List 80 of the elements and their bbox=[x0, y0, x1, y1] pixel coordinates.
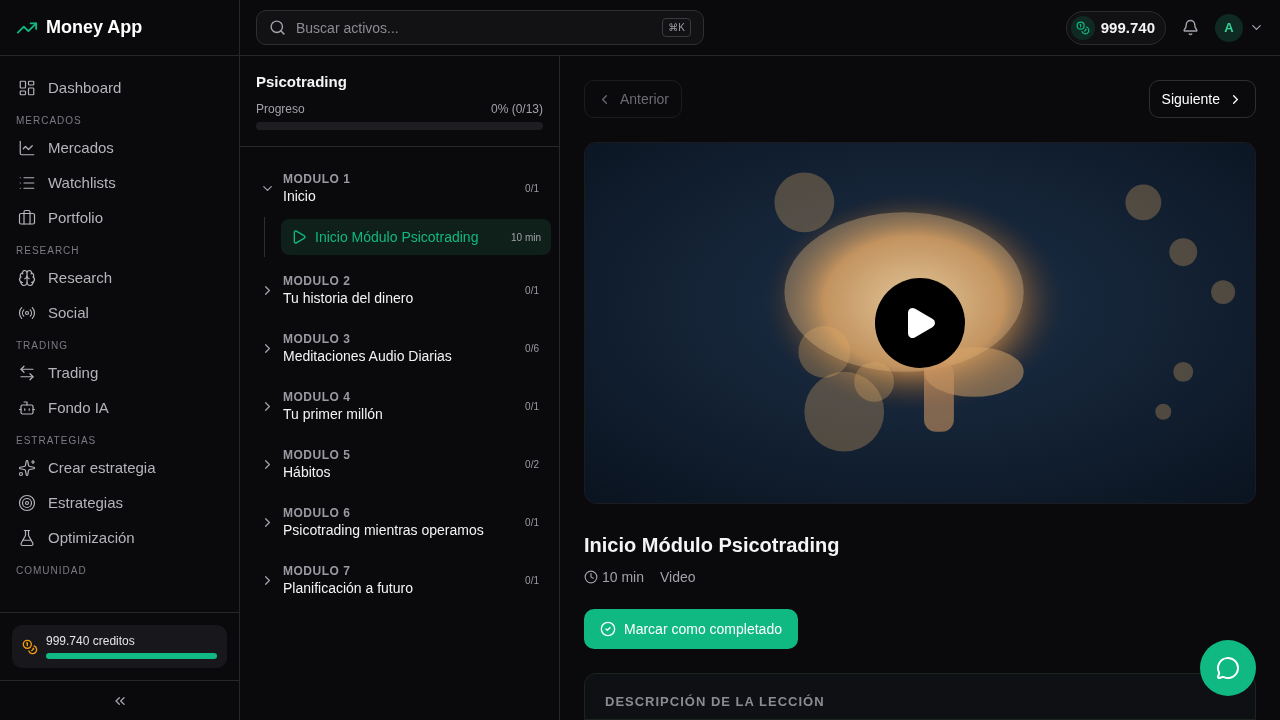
arrows-icon bbox=[18, 363, 36, 382]
search-input[interactable]: Buscar activos... bbox=[294, 18, 655, 37]
target-icon bbox=[18, 493, 36, 512]
app-name: Money App bbox=[46, 17, 143, 38]
balance-amount: 999.740 bbox=[1100, 19, 1155, 36]
section-label: ESTRATEGIAS bbox=[15, 434, 98, 448]
module-number: MODULO 6 bbox=[283, 506, 352, 520]
module-row[interactable]: MODULO 4 Tu primer millón 0/1 bbox=[248, 377, 551, 435]
module-number: MODULO 7 bbox=[283, 564, 352, 578]
module-title: Inicio bbox=[283, 188, 317, 204]
search-icon bbox=[269, 19, 286, 36]
nav-item[interactable]: Fondo IA bbox=[8, 390, 231, 425]
brain-icon bbox=[18, 268, 36, 287]
module-number: MODULO 3 bbox=[283, 332, 352, 346]
module-title: Meditaciones Audio Diarias bbox=[283, 348, 453, 364]
check-circle-icon bbox=[600, 621, 616, 637]
module-number: MODULO 2 bbox=[283, 274, 352, 288]
module-number: MODULO 4 bbox=[283, 390, 352, 404]
nav-item[interactable]: Optimización bbox=[8, 520, 231, 555]
chat-bubble-icon bbox=[1216, 656, 1240, 680]
module-number: MODULO 5 bbox=[283, 448, 352, 462]
briefcase-icon bbox=[18, 208, 36, 227]
clock-icon bbox=[584, 570, 598, 584]
credits-text: 999.740 creditos bbox=[46, 634, 136, 648]
robot-icon bbox=[18, 398, 36, 417]
line-chart-icon bbox=[18, 138, 36, 157]
module-count: 0/1 bbox=[525, 400, 539, 412]
nav-item[interactable]: Research bbox=[8, 260, 231, 295]
module-count: 0/2 bbox=[525, 458, 539, 470]
nav-item[interactable]: Mercados bbox=[8, 130, 231, 165]
lesson-type: Video bbox=[660, 569, 696, 585]
chat-button[interactable] bbox=[1200, 640, 1256, 696]
lesson-heading: Inicio Módulo Psicotrading bbox=[584, 534, 841, 557]
module-row[interactable]: MODULO 1 Inicio 0/1 bbox=[248, 159, 551, 217]
nav-item[interactable]: Watchlists bbox=[8, 165, 231, 200]
description-heading: DESCRIPCIÓN DE LA LECCIÓN bbox=[605, 694, 826, 709]
lesson-title: Inicio Módulo Psicotrading bbox=[315, 229, 480, 245]
module-title: Tu historia del dinero bbox=[283, 290, 415, 306]
search-field[interactable]: Buscar activos... ⌘K bbox=[256, 10, 704, 45]
module-title: Tu primer millón bbox=[283, 406, 384, 422]
shortcut-key: ⌘K bbox=[662, 18, 691, 37]
nav-item[interactable]: Trading bbox=[8, 355, 231, 390]
module-count: 0/6 bbox=[525, 342, 539, 354]
coins-icon bbox=[1075, 20, 1090, 35]
module-title: Planificación a futuro bbox=[283, 580, 414, 596]
module-row[interactable]: MODULO 6 Psicotrading mientras operamos 0/1 bbox=[248, 493, 551, 551]
coins-icon bbox=[22, 638, 38, 655]
module-count: 0/1 bbox=[525, 516, 539, 528]
nav-item[interactable]: Dashboard bbox=[8, 70, 231, 105]
module-count: 0/1 bbox=[525, 182, 539, 194]
module-count: 0/1 bbox=[525, 574, 539, 586]
module-number: MODULO 1 bbox=[283, 172, 352, 186]
module-row[interactable]: MODULO 2 Tu historia del dinero 0/1 bbox=[248, 261, 551, 319]
progress-label: Progreso bbox=[256, 102, 305, 116]
nav-item[interactable]: Estrategias bbox=[8, 485, 231, 520]
play-icon bbox=[291, 229, 307, 245]
section-label: COMUNIDAD bbox=[15, 564, 88, 578]
module-count: 0/1 bbox=[525, 284, 539, 296]
module-row[interactable]: MODULO 7 Planificación a futuro 0/1 bbox=[248, 551, 551, 609]
module-title: Psicotrading mientras operamos bbox=[283, 522, 485, 538]
nav-item[interactable]: Crear estrategia bbox=[8, 450, 231, 485]
lesson-duration: 10 min bbox=[602, 569, 645, 585]
avatar[interactable]: A bbox=[1215, 13, 1243, 42]
nav-item[interactable]: Portfolio bbox=[8, 200, 231, 235]
lesson-duration: 10 min bbox=[511, 231, 541, 243]
section-label: RESEARCH bbox=[15, 244, 81, 258]
module-row[interactable]: MODULO 3 Meditaciones Audio Diarias 0/6 bbox=[248, 319, 551, 377]
lesson-item[interactable]: Inicio Módulo Psicotrading 10 min bbox=[281, 219, 551, 255]
module-row[interactable]: MODULO 5 Hábitos 0/2 bbox=[248, 435, 551, 493]
progress-value: 0% (0/13) bbox=[490, 102, 543, 116]
sparkles-icon bbox=[18, 458, 36, 477]
balance-pill[interactable]: 999.740 bbox=[1065, 10, 1166, 45]
module-title: Hábitos bbox=[283, 464, 332, 480]
section-label: TRADING bbox=[15, 339, 69, 353]
dashboard-icon bbox=[18, 78, 36, 97]
nav-item[interactable]: Social bbox=[8, 295, 231, 330]
next-button[interactable]: Siguiente bbox=[1148, 80, 1256, 118]
flask-icon bbox=[18, 528, 36, 547]
section-label: MERCADOS bbox=[15, 114, 83, 128]
course-title: Psicotrading bbox=[256, 73, 348, 90]
